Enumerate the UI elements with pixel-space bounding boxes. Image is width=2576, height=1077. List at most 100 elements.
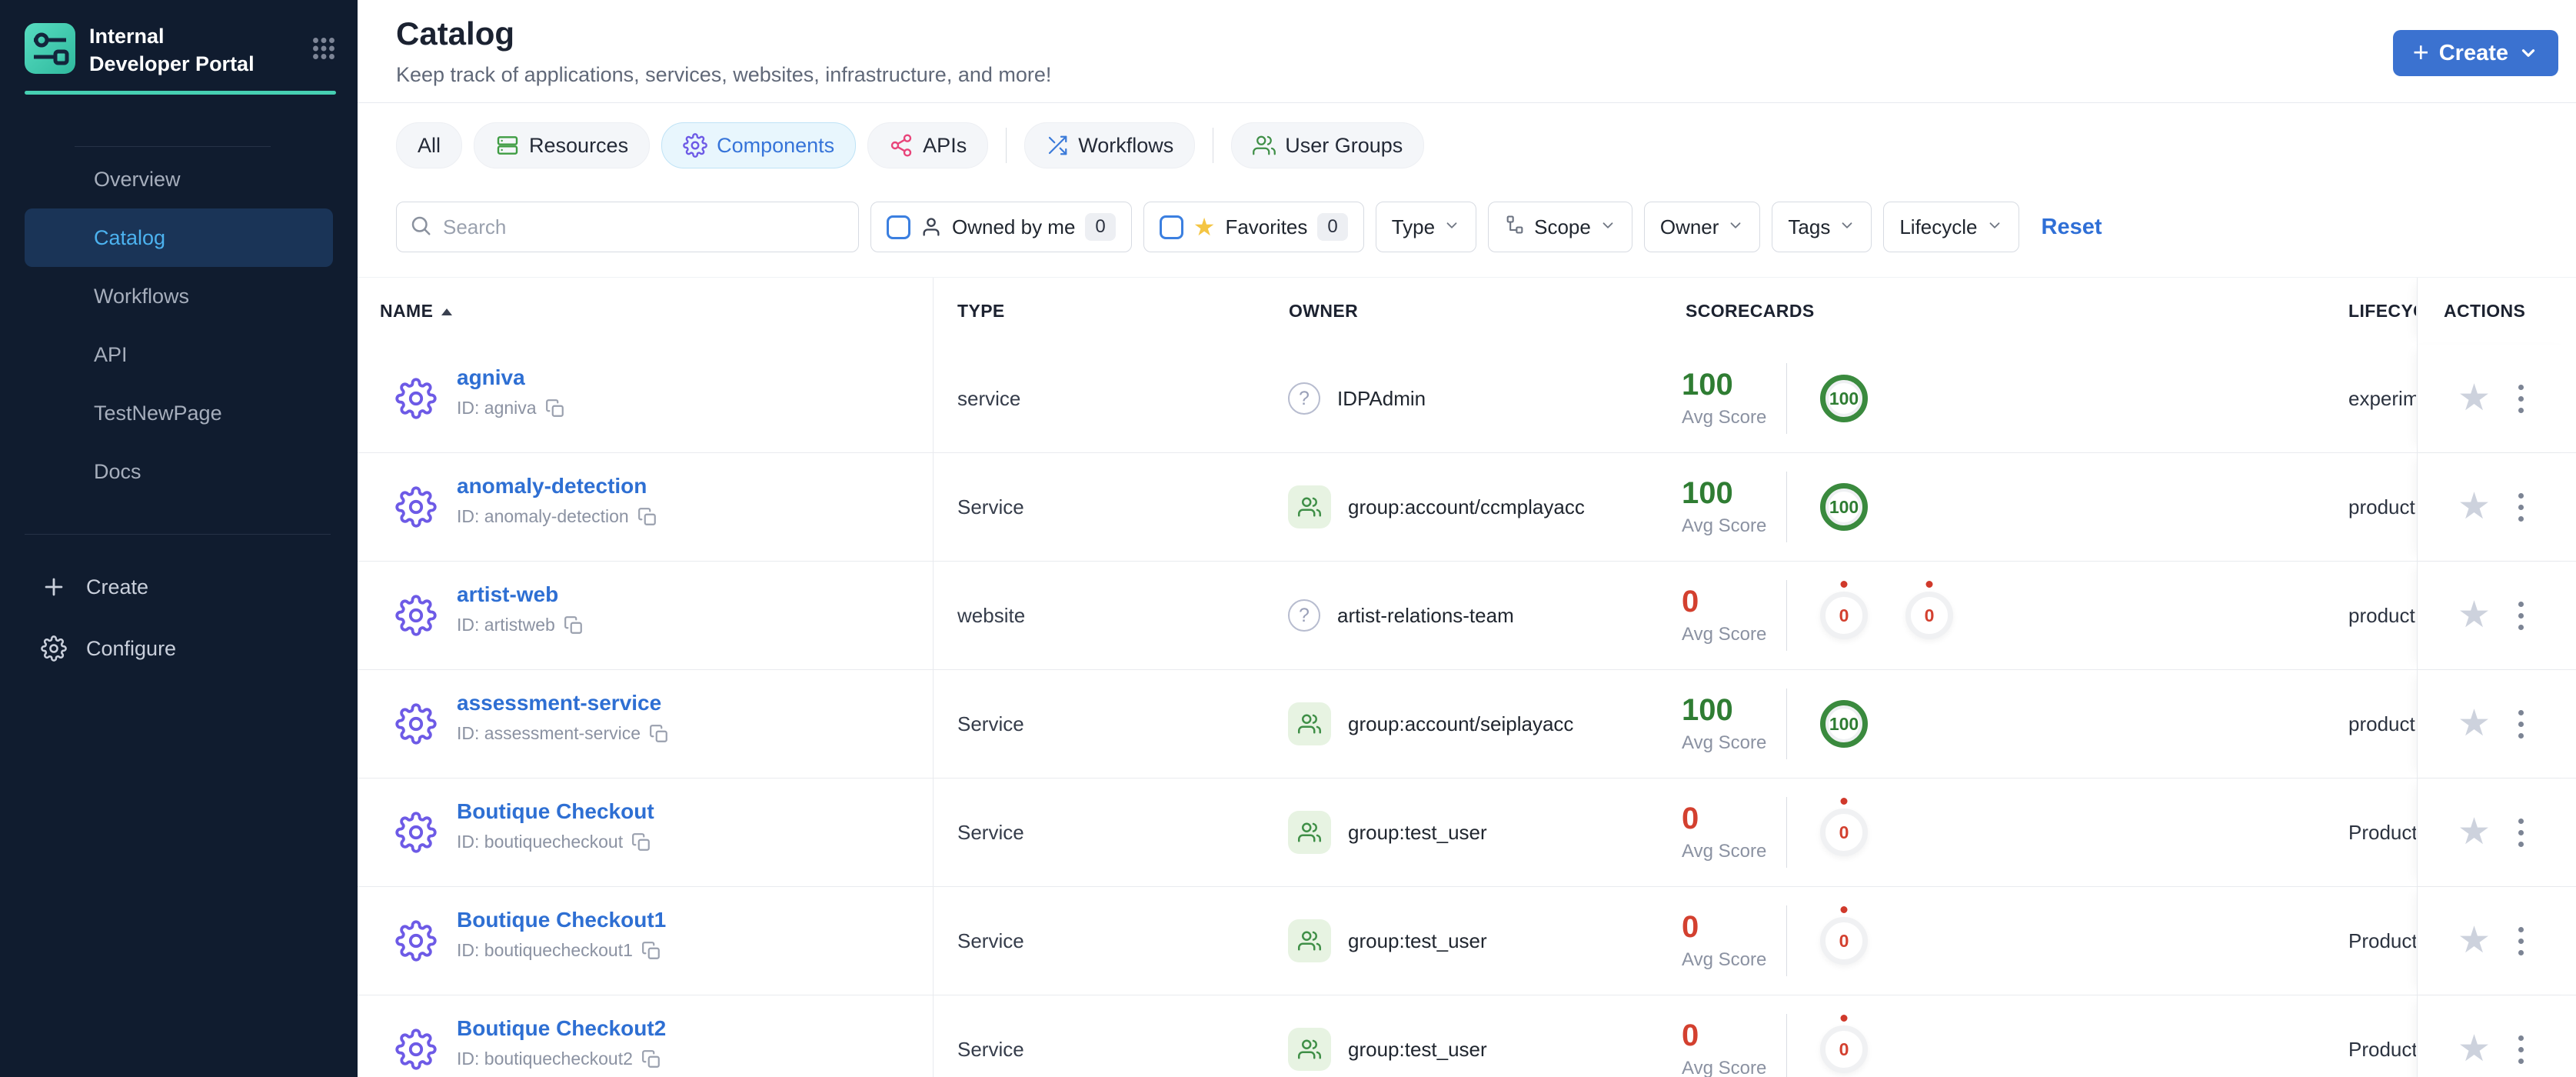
entity-name-link[interactable]: Boutique Checkout2 xyxy=(457,1015,666,1042)
actions-cell: ★ xyxy=(2417,453,2576,561)
table-row[interactable]: Boutique Checkout1 ID: boutiquecheckout1 S… xyxy=(358,887,2576,995)
group-icon xyxy=(1288,1028,1331,1071)
sidebar-item-api[interactable]: API xyxy=(25,325,333,384)
table-row[interactable]: agniva ID: agniva service? IDPAdmin 100 Avg S… xyxy=(358,345,2576,453)
column-header-lifecycle: LIFECYCLE xyxy=(2348,301,2416,321)
component-gear-icon xyxy=(395,378,437,423)
entity-owner: group:account/ccmplayacc xyxy=(1288,453,1585,561)
entity-name-link[interactable]: agniva xyxy=(457,365,565,391)
scorecard-ring: 0 xyxy=(1820,1025,1868,1073)
favorite-star-icon[interactable]: ★ xyxy=(2458,814,2491,851)
entity-type: service xyxy=(957,386,1021,410)
workflows-icon xyxy=(1046,134,1069,157)
scorecard-rings: 100 xyxy=(1820,375,1868,422)
sidebar-configure-button[interactable]: Configure xyxy=(0,618,358,679)
lifecycle-dropdown[interactable]: Lifecycle xyxy=(1883,202,2019,252)
table-row[interactable]: artist-web ID: artistweb website? artist-re… xyxy=(358,562,2576,670)
copy-icon[interactable] xyxy=(641,941,661,961)
favorite-star-icon[interactable]: ★ xyxy=(2458,705,2491,742)
column-header-name[interactable]: NAME xyxy=(380,301,453,322)
avg-score-value: 100 xyxy=(1682,367,1733,402)
row-menu-icon[interactable] xyxy=(2514,488,2528,526)
entity-name-link[interactable]: Boutique Checkout1 xyxy=(457,907,666,933)
entity-id: ID: assessment-service xyxy=(457,723,669,744)
tab-resources[interactable]: Resources xyxy=(474,122,651,168)
favorite-star-icon[interactable]: ★ xyxy=(2458,922,2491,959)
entity-name-link[interactable]: artist-web xyxy=(457,582,584,608)
tags-dropdown[interactable]: Tags xyxy=(1772,202,1872,252)
tab-workflows[interactable]: Workflows xyxy=(1024,122,1196,168)
main-content: Catalog Keep track of applications, serv… xyxy=(358,0,2576,1077)
scorecards-cell: 0 Avg Score 0 xyxy=(1682,887,1868,995)
copy-icon[interactable] xyxy=(545,398,565,418)
favorite-star-icon[interactable]: ★ xyxy=(2458,1031,2491,1068)
table-row[interactable]: Boutique Checkout2 ID: boutiquecheckout2 S… xyxy=(358,995,2576,1077)
favorites-filter[interactable]: ★ Favorites 0 xyxy=(1143,202,1364,252)
actions-cell: ★ xyxy=(2417,670,2576,778)
sidebar: Internal Developer Portal Overview Catalo… xyxy=(0,0,358,1077)
avg-score-value: 100 xyxy=(1682,692,1733,727)
scorecards-cell: 0 Avg Score 0 xyxy=(1682,995,1868,1077)
sidebar-nav: Overview Catalog Workflows API TestNewPage Do… xyxy=(0,150,358,501)
tab-label: Components xyxy=(717,133,835,157)
tab-user-groups[interactable]: User Groups xyxy=(1231,122,1425,168)
entity-name-link[interactable]: anomaly-detection xyxy=(457,473,657,499)
tab-components[interactable]: Components xyxy=(661,122,857,168)
scorecard-rings: 100 xyxy=(1820,700,1868,748)
entity-type: website xyxy=(957,603,1026,627)
table-row[interactable]: Boutique Checkout ID: boutiquecheckout Ser… xyxy=(358,779,2576,887)
apps-grid-icon[interactable] xyxy=(310,35,338,66)
favorite-star-icon[interactable]: ★ xyxy=(2458,488,2491,525)
avg-score-value: 100 xyxy=(1682,475,1733,510)
copy-icon[interactable] xyxy=(637,507,657,527)
favorites-checkbox[interactable] xyxy=(1159,215,1183,239)
sidebar-footer: Create Configure xyxy=(0,556,358,679)
tab-all[interactable]: All xyxy=(396,122,463,168)
reset-button[interactable]: Reset xyxy=(2042,215,2102,240)
owned-by-me-label: Owned by me xyxy=(952,215,1076,238)
scope-dropdown[interactable]: Scope xyxy=(1488,202,1632,252)
search-input[interactable] xyxy=(441,214,846,240)
star-icon: ★ xyxy=(1193,213,1216,241)
table-row[interactable]: anomaly-detection ID: anomaly-detection Se… xyxy=(358,453,2576,562)
row-menu-icon[interactable] xyxy=(2514,814,2528,852)
type-dropdown[interactable]: Type xyxy=(1375,202,1477,252)
entity-owner: group:test_user xyxy=(1288,779,1487,886)
sidebar-item-workflows[interactable]: Workflows xyxy=(25,267,333,325)
favorite-star-icon[interactable]: ★ xyxy=(2458,597,2491,634)
row-menu-icon[interactable] xyxy=(2514,922,2528,960)
entity-name-link[interactable]: assessment-service xyxy=(457,690,669,716)
sidebar-item-docs[interactable]: Docs xyxy=(25,442,333,501)
copy-icon[interactable] xyxy=(564,615,584,635)
avg-score-label: Avg Score xyxy=(1682,840,1767,862)
scorecards-cell: 100 Avg Score 100 xyxy=(1682,453,1868,561)
component-gear-icon xyxy=(395,595,437,640)
entity-name-link[interactable]: Boutique Checkout xyxy=(457,799,654,825)
scorecard-rings: 0 xyxy=(1820,1025,1868,1073)
row-menu-icon[interactable] xyxy=(2514,597,2528,635)
avg-score-value: 0 xyxy=(1682,909,1699,944)
copy-icon[interactable] xyxy=(641,1049,661,1069)
entity-type: Service xyxy=(957,712,1024,735)
name-cell: Boutique Checkout ID: boutiquecheckout xyxy=(457,799,654,852)
entity-type: Service xyxy=(957,495,1024,518)
copy-icon[interactable] xyxy=(631,832,651,852)
sidebar-item-catalog[interactable]: Catalog xyxy=(25,208,333,267)
favorite-star-icon[interactable]: ★ xyxy=(2458,380,2491,417)
table-row[interactable]: assessment-service ID: assessment-service… xyxy=(358,670,2576,779)
plus-icon xyxy=(40,574,68,600)
sidebar-create-button[interactable]: Create xyxy=(0,556,358,618)
sidebar-item-testnewpage[interactable]: TestNewPage xyxy=(25,384,333,442)
row-menu-icon[interactable] xyxy=(2514,705,2528,743)
owned-by-me-checkbox[interactable] xyxy=(887,215,910,239)
sidebar-divider xyxy=(25,534,331,535)
row-menu-icon[interactable] xyxy=(2514,380,2528,418)
copy-icon[interactable] xyxy=(649,724,669,744)
tab-apis[interactable]: APIs xyxy=(867,122,989,168)
create-button[interactable]: + Create xyxy=(2392,30,2558,76)
owned-by-me-filter[interactable]: Owned by me 0 xyxy=(870,202,1132,252)
sidebar-item-overview[interactable]: Overview xyxy=(25,150,333,208)
avg-score-label: Avg Score xyxy=(1682,515,1767,536)
row-menu-icon[interactable] xyxy=(2514,1031,2528,1069)
owner-dropdown[interactable]: Owner xyxy=(1643,202,1761,252)
